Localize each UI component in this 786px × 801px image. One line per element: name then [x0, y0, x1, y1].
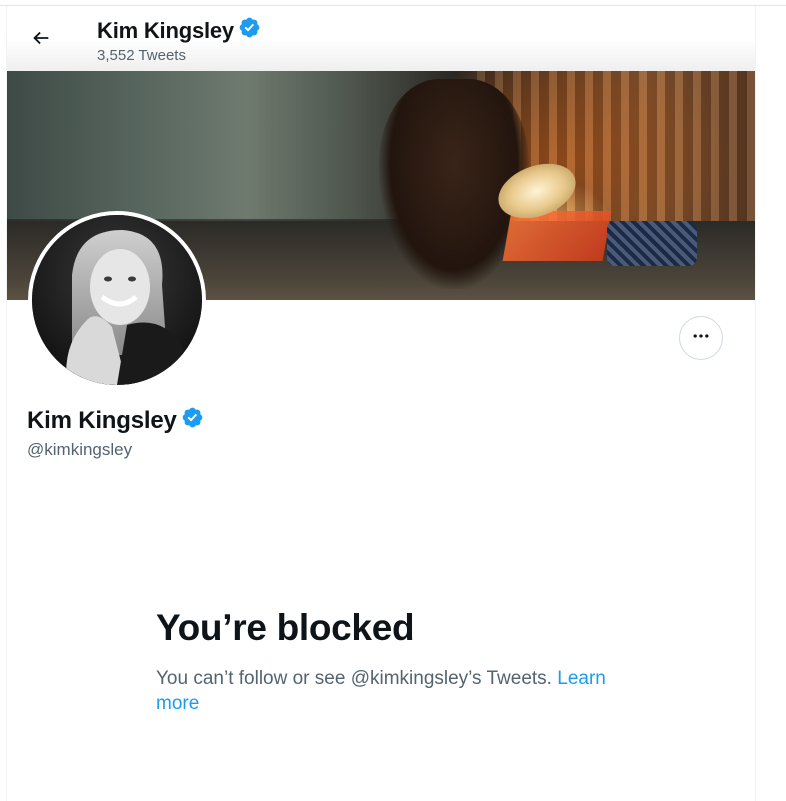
more-options-button[interactable]: [679, 316, 723, 360]
profile-header: Kim Kingsley 3,552 Tweets: [7, 6, 755, 71]
profile-name-text: Kim Kingsley: [27, 407, 177, 434]
verified-badge-icon: [234, 16, 261, 45]
header-name: Kim Kingsley: [97, 17, 234, 43]
blocked-title: You’re blocked: [156, 607, 415, 648]
blocked-description: You can’t follow or see @kimkingsley’s T…: [156, 668, 552, 689]
profile-handle: @kimkingsley: [27, 440, 133, 459]
banner-bag: [607, 221, 697, 266]
profile-column: Kim Kingsley 3,552 Tweets Kim Kingsley @…: [6, 6, 756, 801]
profile-name: Kim Kingsley: [27, 406, 204, 436]
tweet-count: 3,552 Tweets: [97, 47, 186, 64]
arrow-left-icon: [30, 27, 52, 54]
back-button[interactable]: [23, 22, 59, 58]
banner-cloth: [502, 211, 612, 261]
verified-badge-icon: [177, 406, 204, 436]
more-horizontal-icon: [691, 326, 711, 351]
header-title: Kim Kingsley: [97, 16, 261, 45]
avatar[interactable]: [28, 211, 206, 389]
blocked-description-block: You can’t follow or see @kimkingsley’s T…: [156, 666, 616, 716]
